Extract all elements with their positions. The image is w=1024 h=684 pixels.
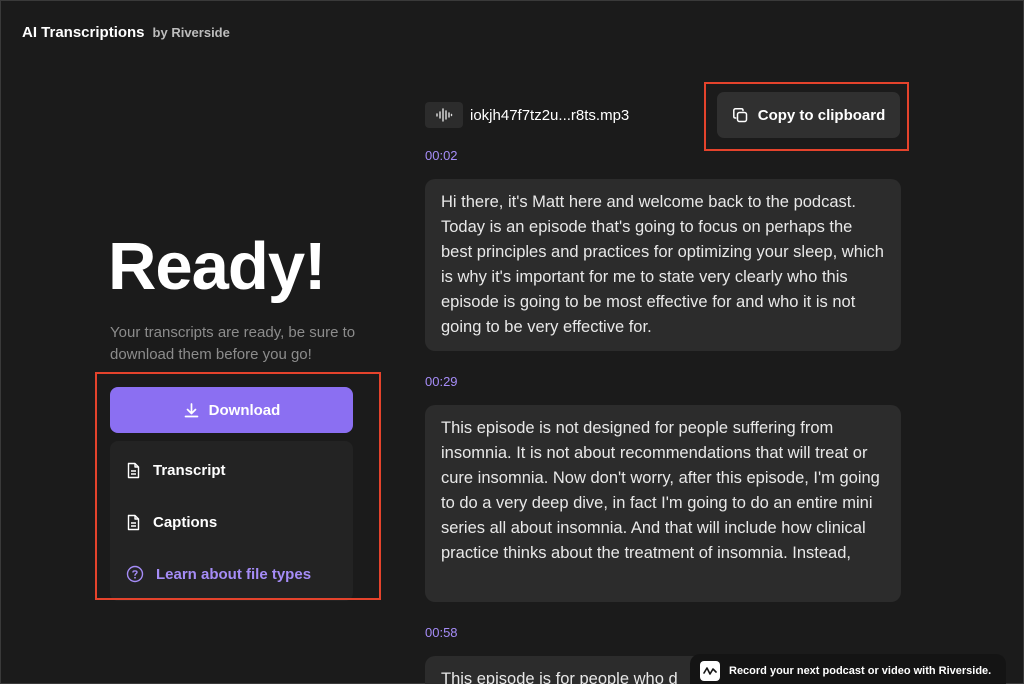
audio-waveform-icon [425, 102, 463, 128]
timestamp: 00:58 [425, 625, 458, 640]
ready-description: Your transcripts are ready, be sure to d… [110, 324, 356, 363]
menu-item-captions-label: Captions [153, 513, 218, 531]
download-menu: Transcript Captions Learn about file typ… [110, 441, 353, 601]
copy-label: Copy to clipboard [757, 106, 886, 124]
app-byline: by Riverside [152, 25, 230, 40]
app-title: AI Transcriptions [22, 24, 145, 41]
copy-to-clipboard-button[interactable]: Copy to clipboard [717, 92, 900, 138]
menu-item-captions[interactable]: Captions [126, 508, 217, 536]
promo-text: Record your next podcast or video with R… [729, 665, 992, 677]
learn-file-types-link[interactable]: Learn about file types [126, 560, 311, 588]
download-button[interactable]: Download [110, 387, 353, 433]
file-name: iokjh47f7tz2u...r8ts.mp3 [470, 107, 630, 124]
document-icon [127, 462, 140, 478]
timestamp: 00:29 [425, 374, 458, 389]
menu-item-transcript-label: Transcript [153, 461, 226, 479]
learn-file-types-label: Learn about file types [156, 565, 312, 583]
timestamp: 00:02 [425, 148, 458, 163]
copy-icon [732, 107, 747, 122]
app-header: AI Transcriptions by Riverside [22, 24, 230, 41]
help-circle-icon [126, 565, 144, 583]
transcript-segment: This episode is not designed for people … [425, 405, 901, 602]
document-icon [127, 514, 140, 530]
riverside-logo-icon [700, 661, 720, 681]
riverside-promo-banner[interactable]: Record your next podcast or video with R… [690, 654, 1006, 684]
menu-item-transcript[interactable]: Transcript [126, 456, 226, 484]
download-icon [184, 402, 199, 417]
download-label: Download [208, 401, 281, 419]
transcript-segment: Hi there, it's Matt here and welcome bac… [425, 179, 901, 351]
ready-heading: Ready! [108, 229, 326, 304]
